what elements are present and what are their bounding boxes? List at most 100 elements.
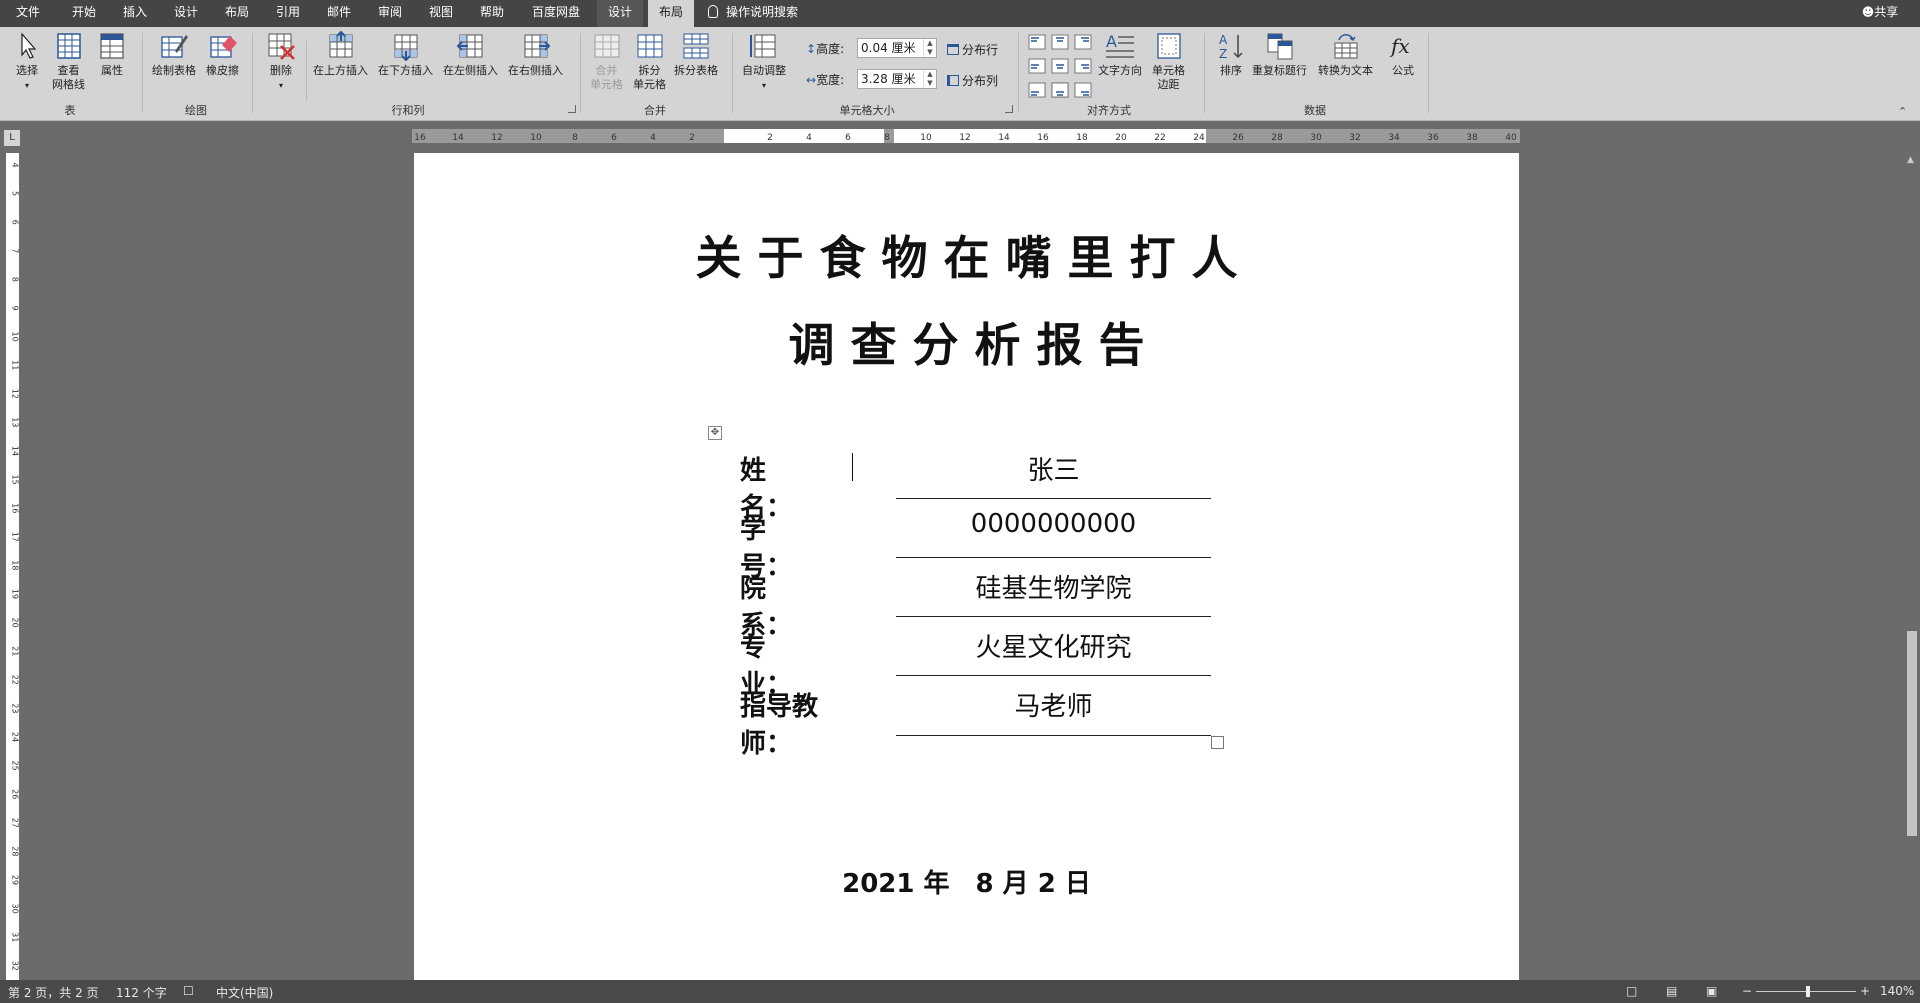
ruler-tick-label: 6 bbox=[845, 133, 851, 143]
document-page[interactable]: 关 于 食 物 在 嘴 里 打 人 调 查 分 析 报 告 ✥ 姓 名： 张三 … bbox=[414, 153, 1519, 980]
tab-references[interactable]: 引用 bbox=[270, 0, 306, 27]
align-top-center-icon[interactable] bbox=[1051, 34, 1069, 50]
spinner-arrows-icon[interactable]: ▲ ▼ bbox=[923, 39, 936, 57]
tab-review[interactable]: 审阅 bbox=[372, 0, 408, 27]
convert-to-text-button[interactable]: 转换为文本 bbox=[1318, 31, 1373, 78]
split-cells-button[interactable]: 拆分 单元格 bbox=[633, 31, 666, 92]
ruler-tick-label: 4 bbox=[11, 162, 20, 167]
sort-button[interactable]: AZ 排序 bbox=[1216, 31, 1246, 78]
table-resize-handle[interactable] bbox=[1211, 736, 1224, 749]
print-layout-icon[interactable]: ▤ bbox=[1666, 984, 1677, 998]
document-date: 2021 年 8 月 2 日 bbox=[842, 869, 1091, 899]
autofit-button[interactable]: 自动调整 ▾ bbox=[742, 31, 786, 93]
share-button[interactable]: ☻共享 bbox=[1850, 0, 1910, 27]
row-height-input[interactable]: 0.04 厘米 ▲ ▼ bbox=[857, 38, 937, 58]
ruler-tick-label: 16 bbox=[414, 133, 426, 143]
rows-cols-dialog-launcher[interactable] bbox=[568, 105, 576, 113]
distribute-rows-button[interactable]: 分布行 bbox=[947, 41, 998, 58]
properties-button[interactable]: 属性 bbox=[98, 31, 126, 78]
table-properties-icon bbox=[100, 33, 124, 59]
page-count[interactable]: 第 2 页，共 2 页 bbox=[8, 984, 99, 1001]
split-table-button[interactable]: 拆分表格 bbox=[674, 31, 718, 78]
align-top-right-icon[interactable] bbox=[1074, 34, 1092, 50]
zoom-out-icon[interactable]: − bbox=[1742, 984, 1752, 998]
zoom-level[interactable]: 140% bbox=[1880, 984, 1914, 998]
formula-button[interactable]: fx 公式 bbox=[1388, 31, 1418, 78]
insert-right-label: 在右侧插入 bbox=[508, 64, 563, 77]
tab-table-design[interactable]: 设计 bbox=[597, 0, 643, 27]
horizontal-ruler: L 16 14 12 10 8 6 4 2 2 4 6 8 10 12 14 16 18 20 22 24 26 28 30… bbox=[0, 122, 1920, 153]
tab-home[interactable]: 开始 bbox=[66, 0, 102, 27]
align-middle-center-icon[interactable] bbox=[1051, 58, 1069, 74]
group-separator bbox=[142, 33, 143, 113]
cell-margins-icon bbox=[1156, 33, 1181, 59]
lightbulb-icon bbox=[708, 5, 718, 18]
merge-cells-icon bbox=[594, 34, 619, 58]
align-bottom-right-icon[interactable] bbox=[1074, 82, 1092, 98]
draw-table-button[interactable]: 绘制表格 bbox=[152, 31, 196, 78]
collapse-ribbon-icon[interactable]: ⌃ bbox=[1898, 105, 1907, 118]
text-direction-icon: A bbox=[1106, 32, 1134, 58]
field-value-name[interactable]: 张三 bbox=[896, 450, 1211, 487]
ruler-tick-label: 28 bbox=[1271, 133, 1283, 143]
align-middle-left-icon[interactable] bbox=[1028, 58, 1046, 74]
tab-file[interactable]: 文件 bbox=[10, 0, 46, 27]
distribute-columns-button[interactable]: 分布列 bbox=[947, 72, 998, 89]
delete-button[interactable]: 删除 ▾ bbox=[266, 31, 296, 93]
tab-design[interactable]: 设计 bbox=[168, 0, 204, 27]
field-value-department[interactable]: 硅基生物学院 bbox=[896, 568, 1211, 605]
tell-me-search[interactable]: 操作说明搜索 bbox=[708, 0, 818, 27]
vertical-scrollbar[interactable]: ▲ bbox=[1904, 153, 1920, 980]
ruler-tick-label: 30 bbox=[11, 904, 20, 914]
align-top-left-icon[interactable] bbox=[1028, 34, 1046, 50]
web-layout-icon[interactable]: ▣ bbox=[1706, 984, 1717, 998]
ruler-tick-label: 30 bbox=[1310, 133, 1322, 143]
ruler-tick-label: 7 bbox=[11, 248, 20, 253]
zoom-slider-thumb[interactable] bbox=[1806, 986, 1810, 997]
tab-view[interactable]: 视图 bbox=[423, 0, 459, 27]
insert-left-label: 在左侧插入 bbox=[443, 64, 498, 77]
insert-below-button[interactable]: 在下方插入 bbox=[378, 31, 433, 78]
tab-layout[interactable]: 布局 bbox=[219, 0, 255, 27]
ruler-tick-label: 2 bbox=[767, 133, 773, 143]
eraser-button[interactable]: 橡皮擦 bbox=[206, 31, 239, 78]
spinner-arrows-icon[interactable]: ▲ ▼ bbox=[923, 70, 936, 88]
ruler-scale: 16 14 12 10 8 6 4 2 2 4 6 8 10 12 14 16 18 20 22 24 26 28 30 32… bbox=[412, 129, 1520, 143]
cell-size-dialog-launcher[interactable] bbox=[1005, 105, 1013, 113]
language[interactable]: 中文(中国) bbox=[216, 984, 273, 1001]
repeat-header-rows-button[interactable]: 重复标题行 bbox=[1252, 31, 1307, 78]
properties-label: 属性 bbox=[101, 64, 123, 77]
align-bottom-left-icon[interactable] bbox=[1028, 82, 1046, 98]
field-value-major[interactable]: 火星文化研究 bbox=[896, 627, 1211, 664]
align-bottom-center-icon[interactable] bbox=[1051, 82, 1069, 98]
tab-table-layout[interactable]: 布局 bbox=[648, 0, 694, 27]
ruler-tick-label: 6 bbox=[611, 133, 617, 143]
tab-help[interactable]: 帮助 bbox=[474, 0, 510, 27]
tab-baidu-netdisk[interactable]: 百度网盘 bbox=[525, 0, 587, 27]
field-underline bbox=[896, 616, 1211, 617]
scrollbar-thumb[interactable] bbox=[1907, 631, 1917, 836]
column-width-input[interactable]: 3.28 厘米 ▲ ▼ bbox=[857, 69, 937, 89]
table-move-handle-icon[interactable]: ✥ bbox=[708, 426, 722, 440]
insert-left-button[interactable]: 在左侧插入 bbox=[443, 31, 498, 78]
zoom-in-icon[interactable]: + bbox=[1860, 984, 1870, 998]
word-count[interactable]: 112 个字 bbox=[116, 984, 167, 1001]
field-value-student-id[interactable]: 0000000000 bbox=[896, 509, 1211, 539]
merge-cells-button[interactable]: 合并 单元格 bbox=[590, 31, 623, 92]
tab-mailings[interactable]: 邮件 bbox=[321, 0, 357, 27]
read-mode-icon[interactable]: □ bbox=[1626, 984, 1637, 998]
ruler-tick-label: 14 bbox=[452, 133, 464, 143]
select-button[interactable]: 选择 ▾ bbox=[14, 31, 40, 93]
insert-above-button[interactable]: 在上方插入 bbox=[313, 31, 368, 78]
proofing-icon[interactable]: ☐ bbox=[183, 984, 194, 998]
ruler-tick-label: 14 bbox=[998, 133, 1010, 143]
insert-right-button[interactable]: 在右侧插入 bbox=[508, 31, 563, 78]
view-gridlines-button[interactable]: 查看 网格线 bbox=[52, 31, 85, 92]
tab-insert[interactable]: 插入 bbox=[117, 0, 153, 27]
field-value-advisor[interactable]: 马老师 bbox=[896, 686, 1211, 723]
align-middle-right-icon[interactable] bbox=[1074, 58, 1092, 74]
text-direction-button[interactable]: A 文字方向 bbox=[1098, 31, 1142, 78]
view-gridlines-label-2: 网格线 bbox=[52, 78, 85, 91]
scroll-up-icon[interactable]: ▲ bbox=[1907, 155, 1914, 165]
cell-margins-button[interactable]: 单元格 边距 bbox=[1152, 31, 1185, 92]
